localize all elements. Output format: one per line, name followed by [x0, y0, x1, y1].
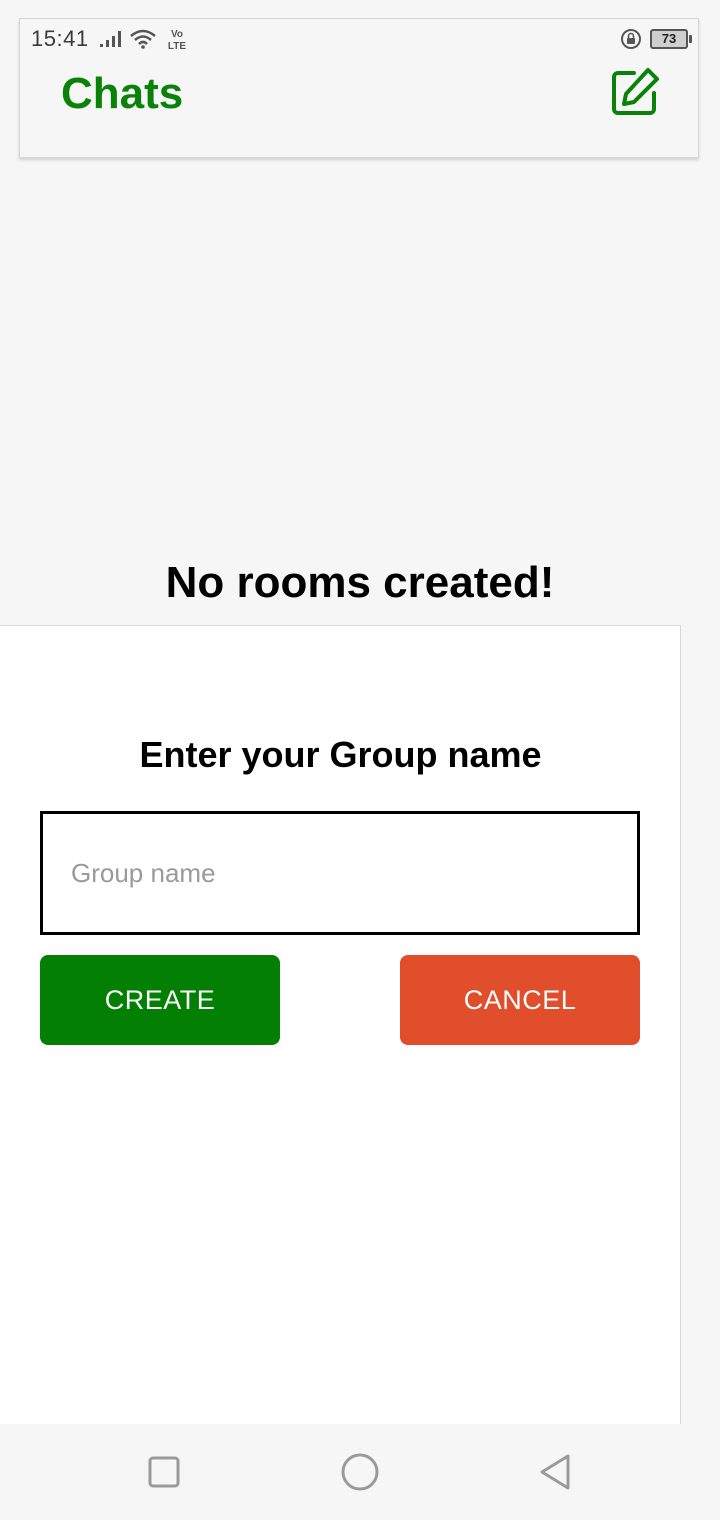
- svg-text:LTE: LTE: [167, 41, 185, 51]
- volte-label: Vo: [171, 29, 183, 40]
- create-group-dialog: Enter your Group name CREATE CANCEL: [0, 625, 681, 1425]
- status-icons-right: 73: [620, 28, 692, 50]
- create-button[interactable]: CREATE: [40, 955, 280, 1045]
- status-time: 15:41: [31, 26, 89, 51]
- group-name-input[interactable]: [40, 811, 640, 935]
- status-icons-left: Vo LTE: [99, 27, 191, 51]
- cancel-button[interactable]: CANCEL: [400, 955, 640, 1045]
- volte-icon: Vo LTE: [167, 29, 185, 51]
- recent-apps-icon[interactable]: [140, 1448, 188, 1496]
- wifi-icon: [129, 29, 156, 49]
- signal-icon: [99, 31, 121, 47]
- empty-state-message: No rooms created!: [165, 558, 555, 607]
- rotation-lock-icon: [621, 29, 641, 49]
- app-screen: 15:41 Vo LTE 73 Chats No rooms created! …: [0, 0, 720, 1520]
- dialog-title: Enter your Group name: [139, 734, 542, 775]
- home-icon[interactable]: [336, 1448, 384, 1496]
- header-card: 15:41 Vo LTE 73 Chats: [19, 18, 699, 158]
- navigation-bar: [0, 1424, 720, 1520]
- battery-icon: 73: [650, 29, 692, 49]
- compose-icon[interactable]: [610, 67, 660, 117]
- back-icon[interactable]: [532, 1448, 580, 1496]
- status-bar: 15:41 Vo LTE 73: [31, 25, 692, 53]
- page-title: Chats: [61, 69, 184, 118]
